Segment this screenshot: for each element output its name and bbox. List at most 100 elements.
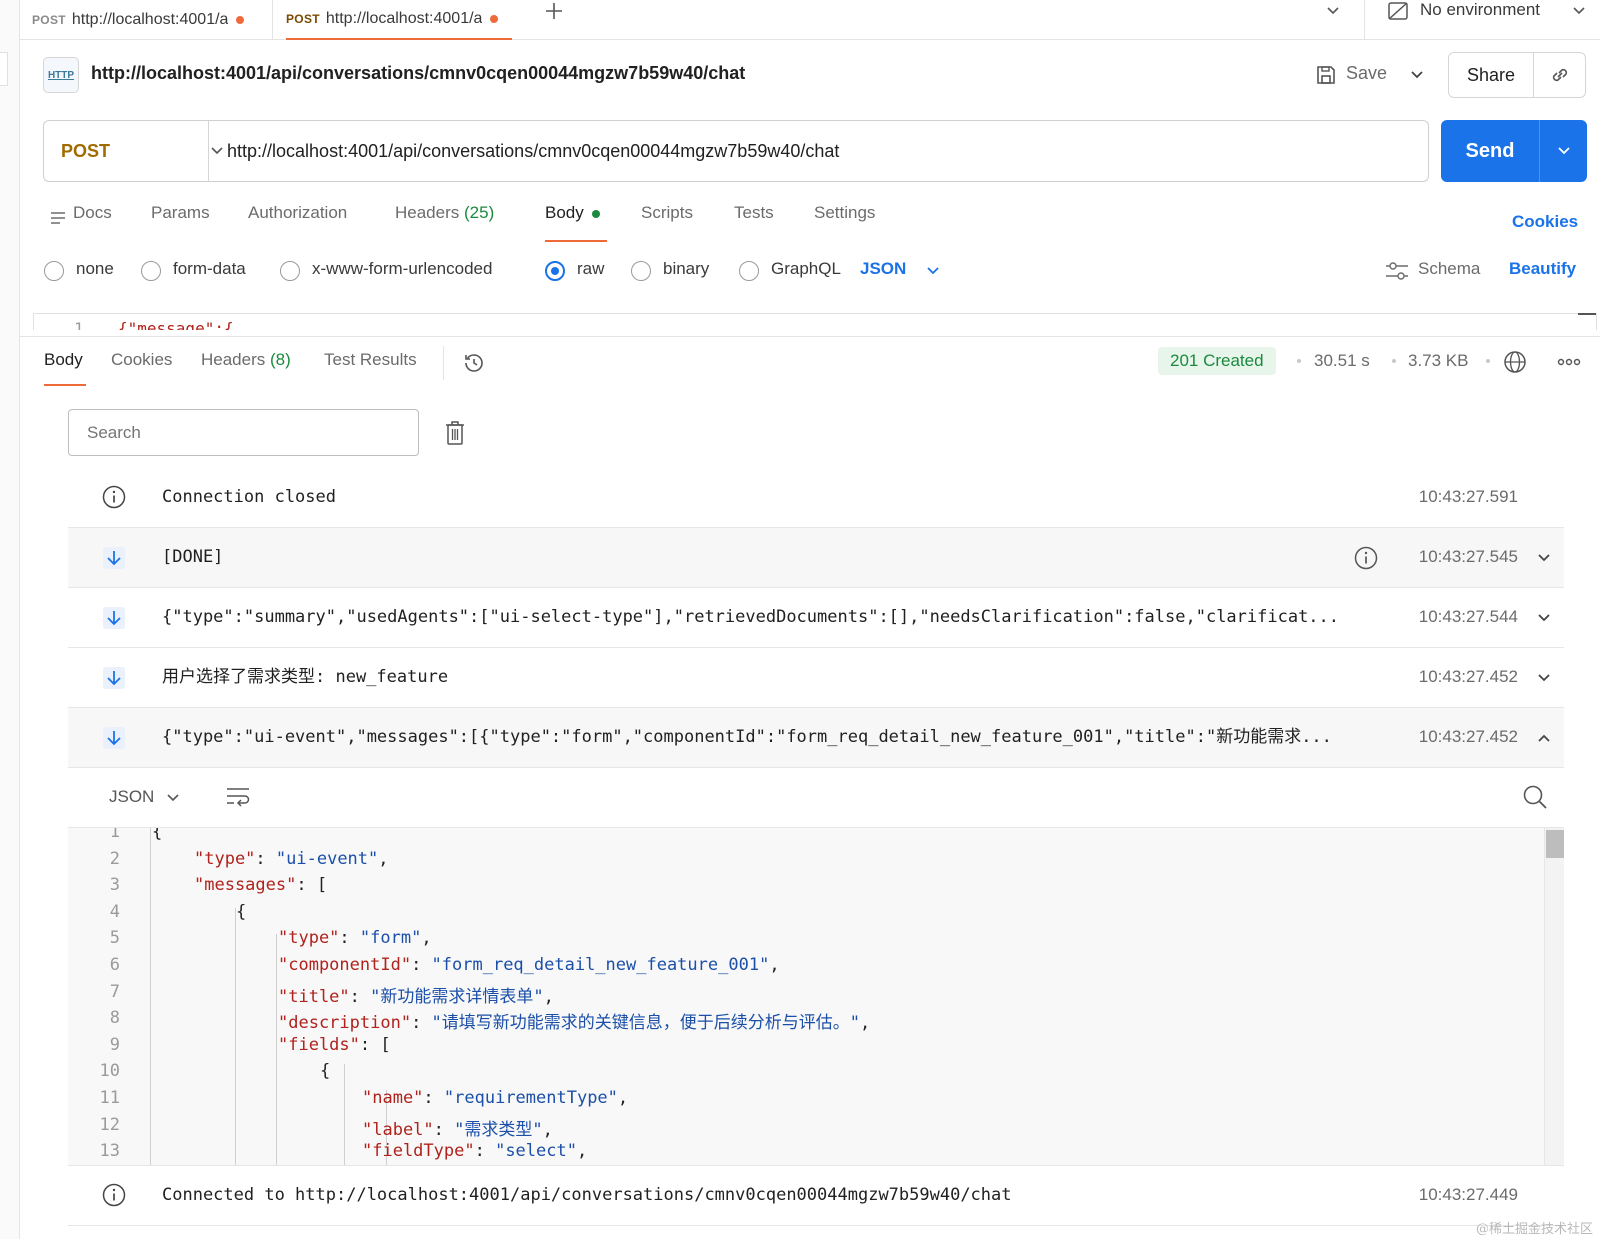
pane-divider[interactable] [20,336,1600,337]
tab-settings[interactable]: Settings [814,203,875,223]
code-line: { [236,902,246,922]
expand-chevron-icon[interactable] [1536,610,1552,626]
send-options-chevron-icon[interactable] [1540,120,1587,182]
event-row[interactable]: {"type":"summary","usedAgents":["ui-sele… [68,588,1564,648]
radio-graphql-label[interactable]: GraphQL [771,259,841,279]
event-row[interactable]: Connected to http://localhost:4001/api/c… [68,1166,1564,1226]
send-button-group: Send [1441,120,1587,182]
tab-docs[interactable]: Docs [73,203,112,223]
schema-button[interactable]: Schema [1418,259,1480,279]
tab-divider [272,0,273,40]
radio-none-label[interactable]: none [76,259,114,279]
viewer-format-select[interactable]: JSON [109,787,154,807]
event-row-expanded[interactable]: {"type":"ui-event","messages":[{"type":"… [68,708,1564,768]
response-code-viewer[interactable]: 1 {2 "type": "ui-event", 3 "messages": [4 {5 "… [68,828,1564,1166]
tab-body[interactable]: Body [545,203,600,223]
code-key: "fields" [278,1034,360,1055]
request-title[interactable]: http://localhost:4001/api/conversations/… [91,63,745,84]
code-line: "description": "请填写新功能需求的关键信息，便于后续分析与评估。… [278,1013,871,1034]
response-size[interactable]: 3.73 KB [1408,351,1469,371]
editor-scrollbar[interactable] [1578,313,1596,315]
url-input[interactable] [209,121,1428,181]
new-tab-plus-icon[interactable] [543,0,565,22]
event-row[interactable]: 用户选择了需求类型: new_feature 10:43:27.452 [68,648,1564,708]
radio-graphql[interactable] [739,261,759,281]
search-icon[interactable] [1522,784,1548,810]
status-badge[interactable]: 201 Created [1158,347,1276,375]
code-line-number: 4 [109,901,120,922]
save-button[interactable]: Save [1346,63,1387,84]
radio-none[interactable] [44,261,64,281]
network-globe-icon[interactable] [1502,349,1528,375]
code-scrollbar-thumb[interactable] [1546,830,1564,858]
code-line-number: 8 [109,1008,120,1029]
cookies-link[interactable]: Cookies [1512,212,1578,232]
response-tab-headers[interactable]: Headers (8) [201,350,291,370]
schema-sliders-icon[interactable] [1384,260,1410,282]
environment-selector[interactable]: No environment [1420,0,1540,20]
tab-scripts[interactable]: Scripts [641,203,693,223]
radio-form-data-label[interactable]: form-data [173,259,246,279]
expand-chevron-icon[interactable] [1536,550,1552,566]
response-tab-test-results[interactable]: Test Results [324,350,417,370]
method-select[interactable]: POST [44,121,223,181]
event-text: {"type":"summary","usedAgents":["ui-sele… [162,607,1340,627]
format-chevron-icon[interactable] [924,262,942,280]
tab-headers[interactable]: Headers (25) [395,203,494,223]
response-tab-body[interactable]: Body [44,350,83,370]
environment-chevron-icon[interactable] [1568,0,1590,22]
response-tab-cookies[interactable]: Cookies [111,350,172,370]
code-line: "fields": [ [278,1034,391,1055]
tab-authorization[interactable]: Authorization [248,203,347,223]
code-punctuation: , [378,848,389,869]
expand-chevron-icon[interactable] [1536,670,1552,686]
event-time: 10:43:27.452 [1418,727,1518,746]
code-value: "新功能需求详情表单" [370,986,544,1007]
copy-link-icon[interactable] [1534,53,1585,97]
viewer-format-chevron-icon[interactable] [166,791,180,805]
clear-trash-icon[interactable] [443,419,467,447]
search-input[interactable] [68,409,419,456]
radio-binary-label[interactable]: binary [663,259,709,279]
code-punctuation: , [542,1119,553,1140]
request-body-editor[interactable]: 1 {"message":{ [33,313,1597,330]
radio-raw-label[interactable]: raw [577,259,604,279]
env-divider [1364,0,1365,40]
response-time[interactable]: 30.51 s [1314,351,1370,371]
radio-binary[interactable] [631,261,651,281]
event-row[interactable]: Connection closed 10:43:27.591 [68,468,1564,528]
indent-guide [235,908,236,1165]
request-tab-active[interactable]: POST http://localhost:4001/a [286,0,512,40]
tab-tests[interactable]: Tests [734,203,774,223]
code-scrollbar-track[interactable] [1544,828,1564,1165]
save-options-chevron-icon[interactable] [1406,64,1428,86]
info-icon[interactable] [1354,546,1378,570]
save-floppy-icon[interactable] [1314,62,1338,88]
event-time: 10:43:27.452 [1418,667,1518,686]
wrap-lines-icon[interactable] [226,786,250,808]
event-row[interactable]: [DONE] 10:43:27.545 [68,528,1564,588]
more-options-icon[interactable] [1556,352,1582,372]
indent-guide [276,934,277,1165]
viewer-toolbar: JSON [68,768,1564,828]
history-icon[interactable] [461,350,487,376]
event-text: {"type":"ui-event","messages":[{"type":"… [162,727,1332,747]
send-button[interactable]: Send [1441,140,1539,163]
docs-icon[interactable] [49,209,67,227]
beautify-button[interactable]: Beautify [1509,259,1576,279]
radio-urlencoded[interactable] [280,261,300,281]
event-text: Connected to http://localhost:4001/api/c… [162,1185,1012,1205]
body-active-dot-icon [591,209,600,218]
raw-format-select[interactable]: JSON [860,259,906,279]
radio-raw[interactable] [545,261,565,281]
collapse-chevron-icon[interactable] [1536,730,1552,746]
radio-form-data[interactable] [141,261,161,281]
code-line: "componentId": "form_req_detail_new_feat… [278,955,780,975]
tabs-dropdown-chevron-icon[interactable] [1322,0,1344,22]
radio-urlencoded-label[interactable]: x-www-form-urlencoded [312,259,492,279]
sidebar-handle[interactable] [0,52,8,86]
share-button[interactable]: Share [1449,65,1533,86]
tab-params[interactable]: Params [151,203,210,223]
response-headers-count: (8) [270,350,291,369]
request-tab[interactable]: POST http://localhost:4001/a [32,0,264,40]
